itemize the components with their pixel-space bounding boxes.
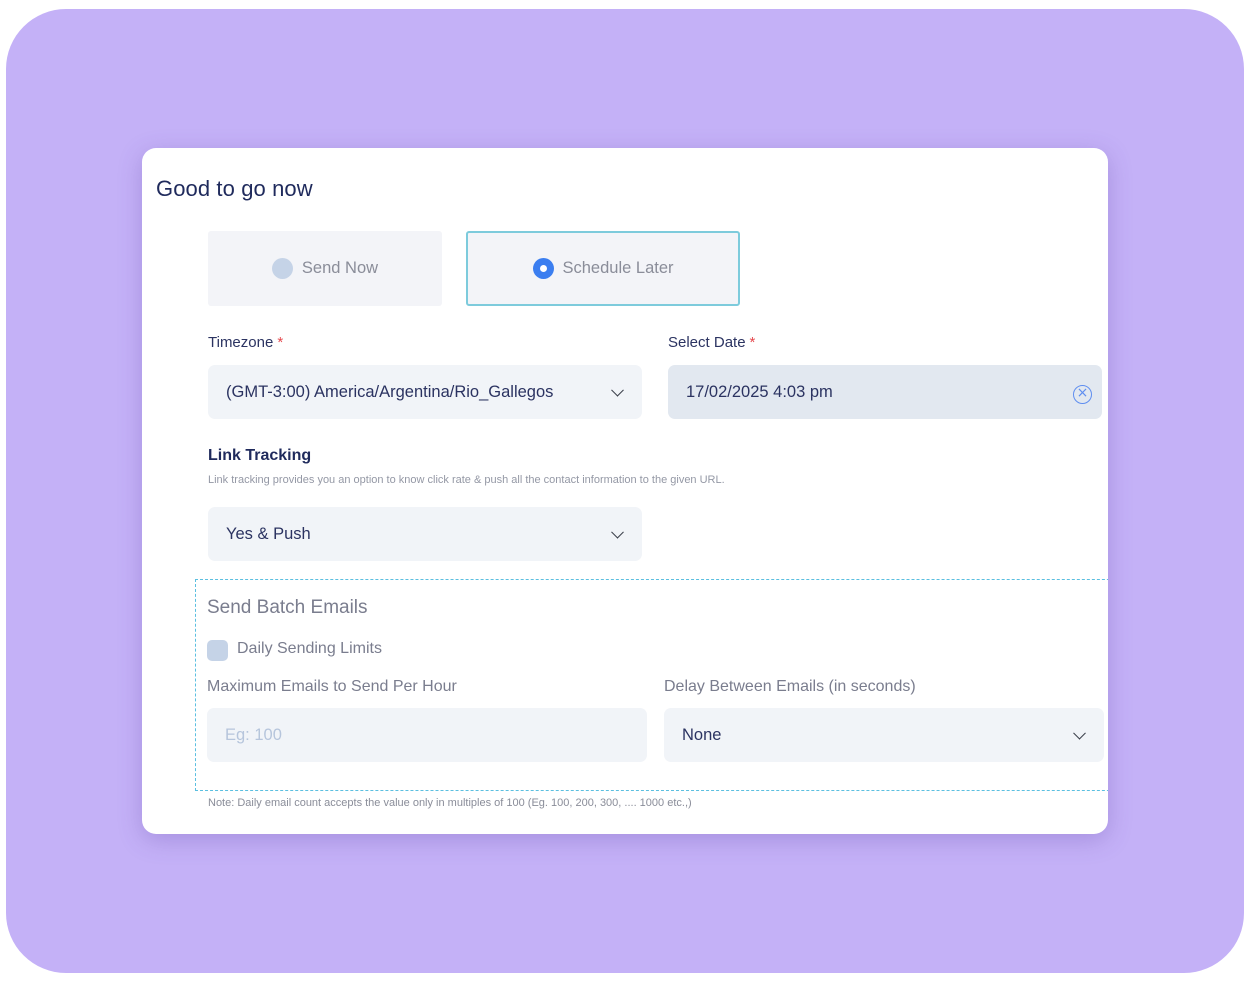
select-date-label: Select Date * bbox=[668, 334, 755, 351]
date-value: 17/02/2025 4:03 pm bbox=[686, 382, 833, 401]
send-now-label: Send Now bbox=[301, 259, 379, 277]
chevron-down-icon bbox=[1073, 726, 1086, 740]
select-date-label-text: Select Date bbox=[668, 334, 746, 351]
batch-title: Send Batch Emails bbox=[207, 597, 368, 618]
max-per-hour-label: Maximum Emails to Send Per Hour bbox=[207, 678, 457, 695]
link-tracking-heading: Link Tracking bbox=[208, 447, 312, 464]
delay-label: Delay Between Emails (in seconds) bbox=[664, 678, 916, 695]
max-per-hour-placeholder: Eg: 100 bbox=[225, 725, 282, 744]
date-input[interactable]: 17/02/2025 4:03 pm × bbox=[668, 365, 1102, 419]
schedule-later-label: Schedule Later bbox=[562, 259, 674, 277]
link-tracking-select[interactable]: Yes & Push bbox=[208, 507, 642, 561]
batch-note: Note: Daily email count accepts the valu… bbox=[208, 797, 692, 809]
chevron-down-icon bbox=[611, 383, 624, 397]
daily-limits-checkbox[interactable] bbox=[207, 640, 228, 661]
required-mark: * bbox=[277, 334, 284, 351]
timezone-value: (GMT-3:00) America/Argentina/Rio_Gallego… bbox=[226, 382, 554, 401]
radio-selected-icon bbox=[532, 258, 554, 279]
schedule-card: Good to go now Send Now Schedule Later T… bbox=[142, 148, 1108, 834]
required-mark: * bbox=[749, 334, 756, 351]
send-now-option[interactable]: Send Now bbox=[208, 231, 442, 306]
link-tracking-description: Link tracking provides you an option to … bbox=[208, 474, 725, 486]
delay-select[interactable]: None bbox=[664, 708, 1104, 762]
delay-value: None bbox=[682, 725, 722, 744]
clear-circle-icon[interactable]: × bbox=[1073, 385, 1092, 404]
link-tracking-value: Yes & Push bbox=[226, 524, 311, 543]
max-per-hour-input[interactable]: Eg: 100 bbox=[207, 708, 647, 762]
radio-unselected-icon bbox=[271, 258, 293, 279]
schedule-later-option[interactable]: Schedule Later bbox=[466, 231, 740, 306]
timezone-select[interactable]: (GMT-3:00) America/Argentina/Rio_Gallego… bbox=[208, 365, 642, 419]
card-title: Good to go now bbox=[156, 176, 313, 201]
chevron-down-icon bbox=[611, 525, 624, 539]
daily-limits-label: Daily Sending Limits bbox=[237, 640, 382, 657]
timezone-label-text: Timezone bbox=[208, 334, 274, 351]
timezone-label: Timezone * bbox=[208, 334, 283, 351]
